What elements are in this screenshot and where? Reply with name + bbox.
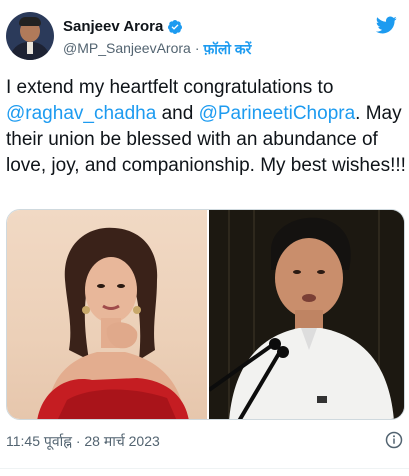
tweet-text-and: and <box>156 103 199 124</box>
tweet-header: Sanjeev Arora @MP_SanjeevArora · फ़ॉलो क… <box>6 10 406 62</box>
tweet-card: Sanjeev Arora @MP_SanjeevArora · फ़ॉलो क… <box>0 0 409 476</box>
author-display-name[interactable]: Sanjeev Arora <box>63 18 163 35</box>
tweet-body: I extend my heartfelt congratulations to… <box>6 75 406 179</box>
separator-dot: · <box>194 40 200 56</box>
bottom-divider <box>0 468 409 469</box>
mention-raghav-chadha[interactable]: @raghav_chadha <box>6 103 156 124</box>
twitter-bird-icon[interactable] <box>374 14 398 36</box>
tweet-text-intro: I extend my heartfelt congratulations to <box>6 77 334 98</box>
follow-button[interactable]: फ़ॉलो करें <box>204 40 252 59</box>
author-handle-row: @MP_SanjeevArora · फ़ॉलो करें <box>63 40 251 59</box>
tweet-timestamp[interactable]: 11:45 पूर्वाह्न · 28 मार्च 2023 <box>6 432 160 451</box>
info-icon[interactable] <box>385 431 403 449</box>
media-photo-right[interactable] <box>207 210 404 419</box>
verified-badge-icon <box>168 19 183 34</box>
author-avatar[interactable] <box>6 12 54 60</box>
woman-portrait-illustration <box>37 227 189 419</box>
mention-parineeti-chopra[interactable]: @ParineetiChopra <box>199 103 356 124</box>
tweet-media[interactable] <box>6 209 405 420</box>
author-name-row[interactable]: Sanjeev Arora <box>63 18 183 35</box>
man-speaking-illustration <box>207 210 404 419</box>
author-handle[interactable]: @MP_SanjeevArora <box>63 40 191 59</box>
media-photo-left[interactable] <box>7 210 207 419</box>
